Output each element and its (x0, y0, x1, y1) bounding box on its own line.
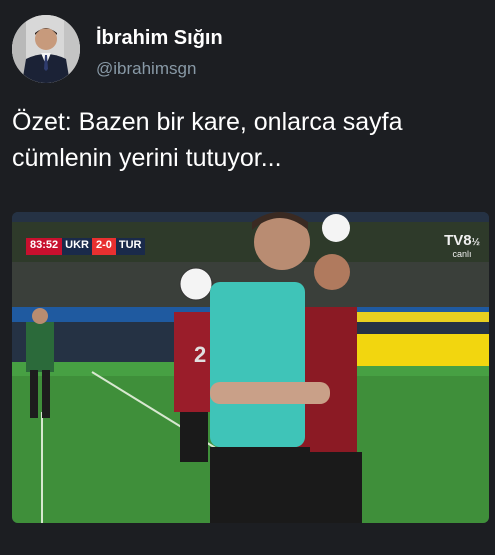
author-handle[interactable]: @ibrahimsgn (96, 59, 196, 79)
away-team: TUR (115, 238, 145, 255)
channel-live-label: canlı (452, 249, 472, 259)
avatar-photo (12, 15, 80, 83)
home-team: UKR (62, 238, 92, 255)
avatar[interactable] (12, 15, 80, 83)
tweet-media-image[interactable]: 2 83:52 UKR 2-0 TUR TV8½ canlı (12, 212, 489, 523)
channel-name: TV8 (444, 232, 472, 249)
tv8-logo: TV8½ canlı (439, 232, 485, 259)
match-time: 83:52 (26, 238, 63, 255)
channel-superscript: ½ (471, 237, 480, 248)
svg-text:2: 2 (194, 342, 206, 367)
match-score: 2-0 (91, 238, 116, 255)
football-scene: 2 (12, 212, 489, 523)
author-name[interactable]: İbrahim Sığın (96, 27, 223, 50)
match-scoreboard: 83:52 UKR 2-0 TUR (26, 238, 154, 255)
tweet-header: İbrahim Sığın @ibrahimsgn (12, 15, 482, 85)
tweet-text: Özet: Bazen bir kare, onlarca sayfa cüml… (12, 108, 403, 172)
